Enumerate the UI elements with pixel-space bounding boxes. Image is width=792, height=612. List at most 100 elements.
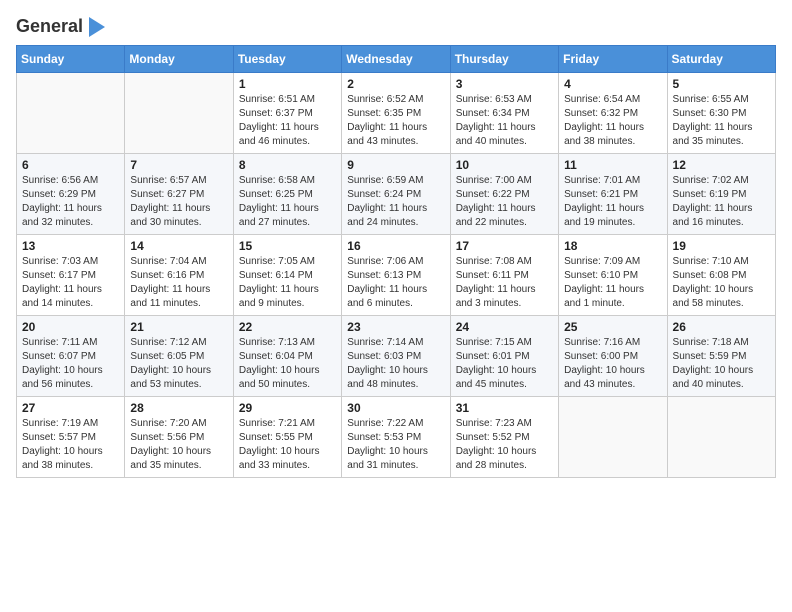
day-info: Sunrise: 7:16 AM Sunset: 6:00 PM Dayligh…	[564, 336, 661, 392]
day-number: 5	[673, 77, 770, 91]
calendar-cell: 10 Sunrise: 7:00 AM Sunset: 6:22 PM Dayli…	[450, 154, 558, 235]
calendar-header-row: SundayMondayTuesdayWednesdayThursdayFrid…	[17, 46, 776, 73]
day-header-tuesday: Tuesday	[233, 46, 341, 73]
calendar-cell: 1 Sunrise: 6:51 AM Sunset: 6:37 PM Daylig…	[233, 73, 341, 154]
calendar-cell	[559, 397, 667, 478]
calendar-cell: 16 Sunrise: 7:06 AM Sunset: 6:13 PM Dayli…	[342, 235, 450, 316]
day-info: Sunrise: 6:58 AM Sunset: 6:25 PM Dayligh…	[239, 174, 336, 230]
day-info: Sunrise: 7:06 AM Sunset: 6:13 PM Dayligh…	[347, 255, 444, 311]
day-info: Sunrise: 6:57 AM Sunset: 6:27 PM Dayligh…	[130, 174, 227, 230]
day-info: Sunrise: 6:59 AM Sunset: 6:24 PM Dayligh…	[347, 174, 444, 230]
calendar-cell: 13 Sunrise: 7:03 AM Sunset: 6:17 PM Dayli…	[17, 235, 125, 316]
calendar-cell: 14Sunrise: 7:04 AM Sunset: 6:16 PM Dayli…	[125, 235, 233, 316]
day-number: 1	[239, 77, 336, 91]
day-info: Sunrise: 7:22 AM Sunset: 5:53 PM Dayligh…	[347, 417, 444, 473]
calendar-cell: 22Sunrise: 7:13 AM Sunset: 6:04 PM Dayli…	[233, 316, 341, 397]
day-number: 2	[347, 77, 444, 91]
day-number: 9	[347, 158, 444, 172]
calendar-cell: 15 Sunrise: 7:05 AM Sunset: 6:14 PM Dayli…	[233, 235, 341, 316]
day-info: Sunrise: 7:12 AM Sunset: 6:05 PM Dayligh…	[130, 336, 227, 392]
calendar-cell: 19 Sunrise: 7:10 AM Sunset: 6:08 PM Dayli…	[667, 235, 775, 316]
day-info: Sunrise: 6:53 AM Sunset: 6:34 PM Dayligh…	[456, 93, 553, 149]
calendar-cell: 24 Sunrise: 7:15 AM Sunset: 6:01 PM Dayli…	[450, 316, 558, 397]
calendar-cell: 2 Sunrise: 6:52 AM Sunset: 6:35 PM Daylig…	[342, 73, 450, 154]
logo-general: General	[16, 16, 83, 37]
calendar-cell: 17 Sunrise: 7:08 AM Sunset: 6:11 PM Dayli…	[450, 235, 558, 316]
day-info: Sunrise: 7:23 AM Sunset: 5:52 PM Dayligh…	[456, 417, 553, 473]
calendar-cell: 6Sunrise: 6:56 AM Sunset: 6:29 PM Daylig…	[17, 154, 125, 235]
day-info: Sunrise: 7:00 AM Sunset: 6:22 PM Dayligh…	[456, 174, 553, 230]
day-info: Sunrise: 6:56 AM Sunset: 6:29 PM Dayligh…	[22, 174, 119, 230]
calendar-cell: 28 Sunrise: 7:20 AM Sunset: 5:56 PM Dayli…	[125, 397, 233, 478]
day-number: 25	[564, 320, 661, 334]
calendar-week-row: 27Sunrise: 7:19 AM Sunset: 5:57 PM Dayli…	[17, 397, 776, 478]
day-number: 22	[239, 320, 336, 334]
calendar-cell: 8Sunrise: 6:58 AM Sunset: 6:25 PM Daylig…	[233, 154, 341, 235]
day-number: 15	[239, 239, 336, 253]
calendar-cell: 30 Sunrise: 7:22 AM Sunset: 5:53 PM Dayli…	[342, 397, 450, 478]
calendar-cell: 18 Sunrise: 7:09 AM Sunset: 6:10 PM Dayli…	[559, 235, 667, 316]
calendar-cell	[17, 73, 125, 154]
day-info: Sunrise: 7:10 AM Sunset: 6:08 PM Dayligh…	[673, 255, 770, 311]
day-info: Sunrise: 7:05 AM Sunset: 6:14 PM Dayligh…	[239, 255, 336, 311]
day-number: 19	[673, 239, 770, 253]
day-number: 18	[564, 239, 661, 253]
day-info: Sunrise: 7:18 AM Sunset: 5:59 PM Dayligh…	[673, 336, 770, 392]
day-info: Sunrise: 6:52 AM Sunset: 6:35 PM Dayligh…	[347, 93, 444, 149]
day-header-saturday: Saturday	[667, 46, 775, 73]
day-number: 28	[130, 401, 227, 415]
day-number: 30	[347, 401, 444, 415]
calendar-cell	[125, 73, 233, 154]
day-info: Sunrise: 7:09 AM Sunset: 6:10 PM Dayligh…	[564, 255, 661, 311]
calendar-cell: 12 Sunrise: 7:02 AM Sunset: 6:19 PM Dayli…	[667, 154, 775, 235]
day-number: 14	[130, 239, 227, 253]
day-number: 10	[456, 158, 553, 172]
calendar-cell: 25 Sunrise: 7:16 AM Sunset: 6:00 PM Dayli…	[559, 316, 667, 397]
calendar-week-row: 13 Sunrise: 7:03 AM Sunset: 6:17 PM Dayli…	[17, 235, 776, 316]
day-header-monday: Monday	[125, 46, 233, 73]
day-info: Sunrise: 7:15 AM Sunset: 6:01 PM Dayligh…	[456, 336, 553, 392]
day-info: Sunrise: 7:02 AM Sunset: 6:19 PM Dayligh…	[673, 174, 770, 230]
day-number: 20	[22, 320, 119, 334]
day-info: Sunrise: 7:19 AM Sunset: 5:57 PM Dayligh…	[22, 417, 119, 473]
day-number: 26	[673, 320, 770, 334]
calendar-cell: 27Sunrise: 7:19 AM Sunset: 5:57 PM Dayli…	[17, 397, 125, 478]
day-number: 13	[22, 239, 119, 253]
logo: General	[16, 16, 107, 37]
day-header-sunday: Sunday	[17, 46, 125, 73]
day-number: 31	[456, 401, 553, 415]
calendar-cell: 21 Sunrise: 7:12 AM Sunset: 6:05 PM Dayli…	[125, 316, 233, 397]
day-number: 21	[130, 320, 227, 334]
day-number: 24	[456, 320, 553, 334]
day-header-wednesday: Wednesday	[342, 46, 450, 73]
day-info: Sunrise: 7:20 AM Sunset: 5:56 PM Dayligh…	[130, 417, 227, 473]
calendar-cell: 29 Sunrise: 7:21 AM Sunset: 5:55 PM Dayli…	[233, 397, 341, 478]
calendar-cell: 3 Sunrise: 6:53 AM Sunset: 6:34 PM Daylig…	[450, 73, 558, 154]
calendar-cell: 4Sunrise: 6:54 AM Sunset: 6:32 PM Daylig…	[559, 73, 667, 154]
page-header: General	[16, 16, 776, 37]
day-info: Sunrise: 6:54 AM Sunset: 6:32 PM Dayligh…	[564, 93, 661, 149]
day-number: 29	[239, 401, 336, 415]
day-number: 3	[456, 77, 553, 91]
calendar-cell	[667, 397, 775, 478]
day-info: Sunrise: 7:01 AM Sunset: 6:21 PM Dayligh…	[564, 174, 661, 230]
calendar-cell: 23Sunrise: 7:14 AM Sunset: 6:03 PM Dayli…	[342, 316, 450, 397]
calendar-cell: 11Sunrise: 7:01 AM Sunset: 6:21 PM Dayli…	[559, 154, 667, 235]
calendar-week-row: 1 Sunrise: 6:51 AM Sunset: 6:37 PM Daylig…	[17, 73, 776, 154]
calendar-table: SundayMondayTuesdayWednesdayThursdayFrid…	[16, 45, 776, 478]
calendar-cell: 5 Sunrise: 6:55 AM Sunset: 6:30 PM Daylig…	[667, 73, 775, 154]
day-number: 16	[347, 239, 444, 253]
day-info: Sunrise: 6:51 AM Sunset: 6:37 PM Dayligh…	[239, 93, 336, 149]
day-info: Sunrise: 6:55 AM Sunset: 6:30 PM Dayligh…	[673, 93, 770, 149]
day-info: Sunrise: 7:11 AM Sunset: 6:07 PM Dayligh…	[22, 336, 119, 392]
calendar-cell: 9 Sunrise: 6:59 AM Sunset: 6:24 PM Daylig…	[342, 154, 450, 235]
day-info: Sunrise: 7:21 AM Sunset: 5:55 PM Dayligh…	[239, 417, 336, 473]
day-info: Sunrise: 7:03 AM Sunset: 6:17 PM Dayligh…	[22, 255, 119, 311]
calendar-cell: 26 Sunrise: 7:18 AM Sunset: 5:59 PM Dayli…	[667, 316, 775, 397]
day-number: 17	[456, 239, 553, 253]
calendar-cell: 31 Sunrise: 7:23 AM Sunset: 5:52 PM Dayli…	[450, 397, 558, 478]
day-info: Sunrise: 7:08 AM Sunset: 6:11 PM Dayligh…	[456, 255, 553, 311]
calendar-cell: 20 Sunrise: 7:11 AM Sunset: 6:07 PM Dayli…	[17, 316, 125, 397]
day-number: 12	[673, 158, 770, 172]
day-header-thursday: Thursday	[450, 46, 558, 73]
